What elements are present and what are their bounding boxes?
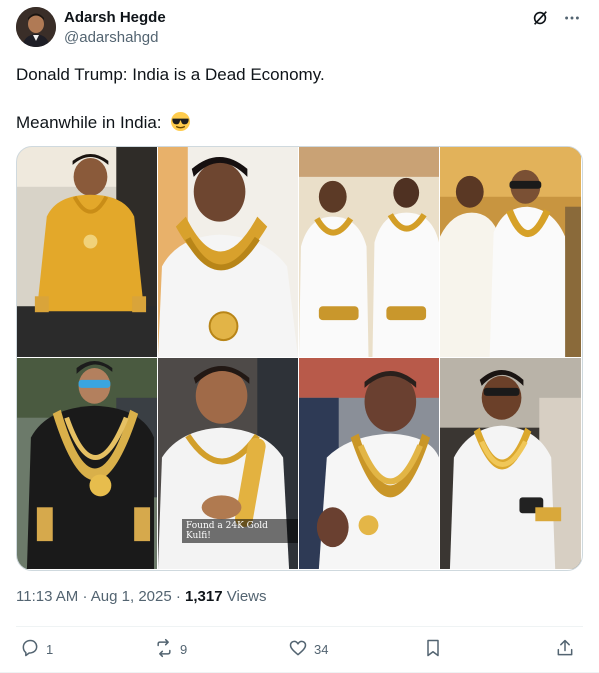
reply-button[interactable]: 1 (20, 638, 53, 661)
grok-icon[interactable] (531, 9, 549, 27)
tweet-text-line-1: Donald Trump: India is a Dead Economy. (16, 65, 325, 84)
media-photo-6[interactable]: Found a 24K Gold Kulfi! (158, 358, 299, 570)
bookmark-button[interactable] (423, 638, 443, 661)
action-bar: 1 9 34 (16, 636, 583, 660)
meta-dot: · (175, 588, 181, 605)
tweet-top-actions (531, 9, 581, 27)
like-count: 34 (314, 642, 329, 657)
more-options-icon[interactable] (563, 9, 581, 27)
tweet-text-line-2-text: Meanwhile in India: (16, 113, 162, 132)
repost-icon (154, 638, 174, 661)
media-photo-4[interactable] (440, 147, 582, 358)
like-button[interactable]: 34 (288, 638, 328, 661)
author-handle[interactable]: @adarshahgd (64, 29, 158, 46)
heart-icon (288, 638, 308, 661)
media-photo-3[interactable] (299, 147, 440, 358)
views-label: Views (226, 588, 267, 605)
media-photo-1[interactable] (17, 147, 158, 358)
repost-count: 9 (180, 642, 188, 657)
bookmark-icon (423, 638, 443, 661)
share-button[interactable] (555, 638, 575, 661)
tweet-date[interactable]: Aug 1, 2025 (91, 588, 172, 605)
media-photo-8[interactable] (440, 358, 582, 570)
tweet-time[interactable]: 11:13 AM (16, 588, 78, 605)
media-photo-2[interactable] (158, 147, 299, 358)
sunglasses-emoji-icon (170, 111, 191, 138)
reply-count: 1 (46, 642, 54, 657)
meta-separator: · (82, 588, 88, 605)
photo-caption: Found a 24K Gold Kulfi! (182, 519, 298, 543)
tweet-meta: 11:13 AM · Aug 1, 2025 · 1,317 Views (16, 588, 267, 605)
share-icon (555, 638, 575, 661)
media-photo-5[interactable] (17, 358, 158, 570)
avatar[interactable] (16, 7, 56, 47)
repost-button[interactable]: 9 (154, 638, 187, 661)
tweet-text-line-2: Meanwhile in India: (16, 111, 191, 138)
author-name[interactable]: Adarsh Hegde (64, 9, 166, 26)
media-photo-7[interactable] (299, 358, 440, 570)
divider (16, 626, 583, 627)
tweet: Adarsh Hegde @adarshahgd Donald Trump: I… (0, 0, 599, 673)
reply-icon (20, 638, 40, 661)
media-grid[interactable]: Found a 24K Gold Kulfi! (16, 146, 583, 571)
views-count: 1,317 (185, 588, 223, 605)
